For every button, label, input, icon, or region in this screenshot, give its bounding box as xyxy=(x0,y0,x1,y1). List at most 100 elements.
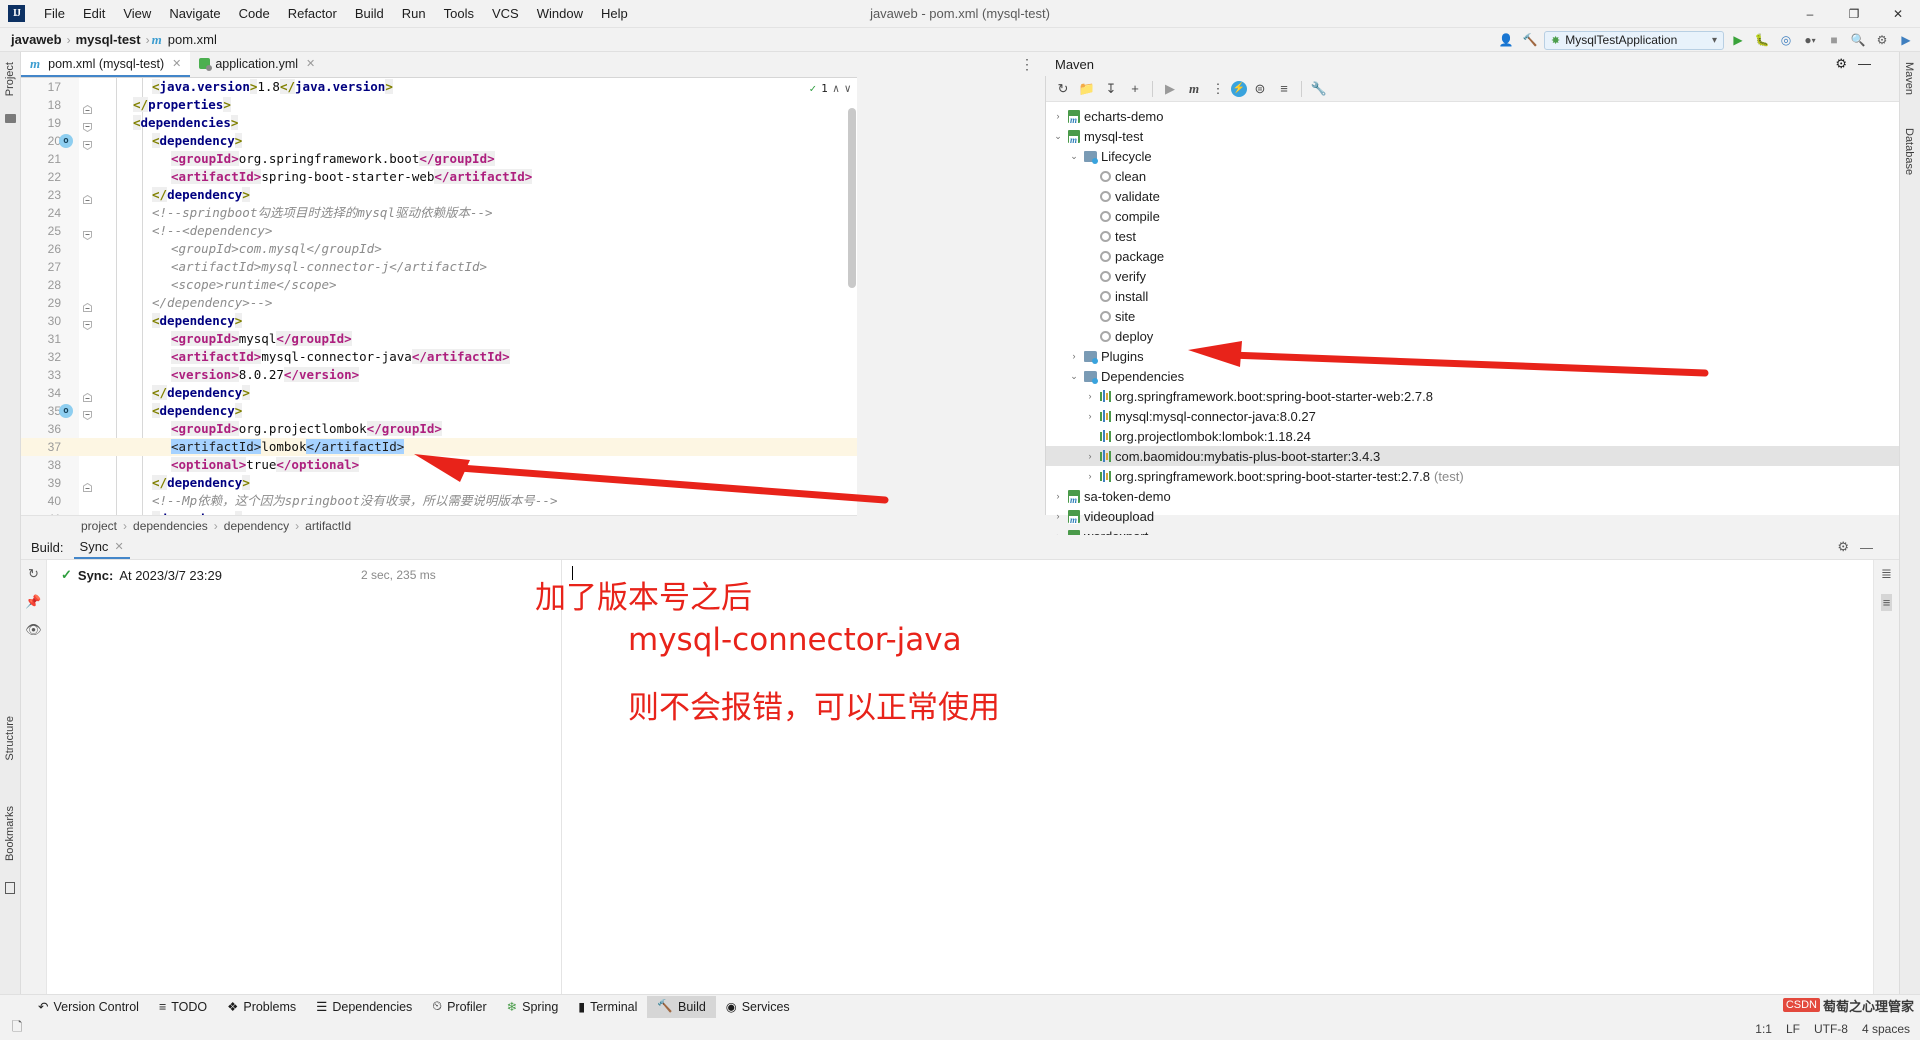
chevron-down-icon[interactable]: ⌄ xyxy=(1068,151,1080,162)
status-item-profiler[interactable]: ⏲ Profiler xyxy=(422,996,496,1018)
fold-minus-up-icon[interactable] xyxy=(83,299,92,308)
code-line[interactable]: 32<artifactId>mysql-connector-java</arti… xyxy=(21,348,857,366)
add-icon[interactable]: + xyxy=(1124,78,1146,100)
gear-icon[interactable]: ⚙ xyxy=(1835,56,1847,72)
pin-icon[interactable]: 📌 xyxy=(25,594,41,610)
menu-navigate[interactable]: Navigate xyxy=(160,3,229,24)
run-gutter-icon[interactable]: o xyxy=(59,134,73,148)
close-icon-2[interactable]: ✕ xyxy=(306,57,315,70)
menu-build[interactable]: Build xyxy=(346,3,393,24)
build-panel-divider[interactable] xyxy=(561,560,562,994)
fold-minus-down-icon[interactable] xyxy=(83,137,92,146)
fold-minus-down-icon[interactable] xyxy=(83,119,92,128)
gear-icon[interactable]: ⚙ xyxy=(1837,539,1849,555)
caret-up-icon[interactable]: ∧ xyxy=(833,82,840,95)
breadcrumb-file[interactable]: pom.xml xyxy=(165,32,220,47)
maven-tree-node[interactable]: ›org.projectlombok:lombok:1.18.24 xyxy=(1046,426,1899,446)
code-line[interactable]: 19<dependencies> xyxy=(21,114,857,132)
build-sync-status-row[interactable]: ✓ Sync: At 2023/3/7 23:29 2 sec, 235 ms xyxy=(61,566,1859,584)
code-line[interactable]: 24<!--springboot勾选项目时选择的mysql驱动依赖版本--> xyxy=(21,204,857,222)
run-icon[interactable]: ▶ xyxy=(1159,78,1181,100)
close-button[interactable]: ✕ xyxy=(1876,0,1920,28)
tool-window-bookmarks[interactable]: Bookmarks xyxy=(2,802,18,865)
collapse-all-icon[interactable]: ≡ xyxy=(1881,594,1893,611)
tool-window-structure[interactable]: Structure xyxy=(2,712,18,765)
caret-down-icon[interactable]: ∨ xyxy=(844,82,851,95)
code-line[interactable]: 39</dependency> xyxy=(21,474,857,492)
minimize-icon[interactable]: — xyxy=(1860,540,1873,555)
maven-tree-node[interactable]: ›deploy xyxy=(1046,326,1899,346)
search-icon[interactable]: 🔍 xyxy=(1848,30,1868,50)
editor-tab-application-yml[interactable]: application.yml ✕ xyxy=(190,52,324,77)
fold-minus-up-icon[interactable] xyxy=(83,389,92,398)
maven-tree-node[interactable]: ›install xyxy=(1046,286,1899,306)
maven-tree-node[interactable]: ›site xyxy=(1046,306,1899,326)
code-line[interactable]: 25<!--<dependency> xyxy=(21,222,857,240)
maven-project-tree[interactable]: ›echarts-demo⌄mysql-test⌄Lifecycle›clean… xyxy=(1046,102,1899,546)
menu-run[interactable]: Run xyxy=(393,3,435,24)
build-tab-sync[interactable]: Sync ✕ xyxy=(74,536,130,559)
fold-minus-down-icon[interactable] xyxy=(83,407,92,416)
status-item-todo[interactable]: ≡ TODO xyxy=(149,996,217,1018)
main-menu[interactable]: File Edit View Navigate Code Refactor Bu… xyxy=(35,3,637,24)
status-item-build[interactable]: 🔨 Build xyxy=(647,996,715,1018)
user-icon[interactable]: 👤 xyxy=(1496,30,1516,50)
code-line[interactable]: 40<!--Mp依赖，这个因为springboot没有收录，所以需要说明版本号-… xyxy=(21,492,857,510)
show-dependencies-icon[interactable]: ⊜ xyxy=(1249,78,1271,100)
chevron-down-icon[interactable]: ⌄ xyxy=(1068,371,1080,382)
editor-breadcrumb-artifactid[interactable]: artifactId xyxy=(305,519,351,533)
hammer-icon[interactable]: 🔨 xyxy=(1520,30,1540,50)
status-item-terminal[interactable]: ▮ Terminal xyxy=(568,996,647,1018)
editor-breadcrumb-project[interactable]: project xyxy=(81,519,117,533)
chevron-right-icon[interactable]: › xyxy=(1084,471,1096,481)
code-line[interactable]: 35o<dependency> xyxy=(21,402,857,420)
menu-edit[interactable]: Edit xyxy=(74,3,114,24)
fold-minus-down-icon[interactable] xyxy=(83,227,92,236)
editor-inspection-widget[interactable]: ✓ 1 ∧ ∨ xyxy=(810,82,852,95)
maven-tree-node[interactable]: ›mysql:mysql-connector-java:8.0.27 xyxy=(1046,406,1899,426)
maven-tree-node[interactable]: ›verify xyxy=(1046,266,1899,286)
execute-goal-icon[interactable]: m xyxy=(1183,78,1205,100)
chevron-down-icon[interactable]: ⌄ xyxy=(1052,131,1064,142)
indent-setting[interactable]: 4 spaces xyxy=(1862,1022,1910,1036)
editor-scrollbar[interactable] xyxy=(848,108,856,288)
download-sources-icon[interactable]: ↧ xyxy=(1100,78,1122,100)
menu-refactor[interactable]: Refactor xyxy=(279,3,346,24)
code-line[interactable]: 27<artifactId>mysql-connector-j</artifac… xyxy=(21,258,857,276)
breadcrumb-project[interactable]: javaweb xyxy=(8,32,65,47)
menu-view[interactable]: View xyxy=(114,3,160,24)
maven-tree-node[interactable]: ›package xyxy=(1046,246,1899,266)
profile-icon[interactable]: ●▾ xyxy=(1800,30,1820,50)
menu-tools[interactable]: Tools xyxy=(435,3,483,24)
code-line[interactable]: 34</dependency> xyxy=(21,384,857,402)
chevron-right-icon[interactable]: › xyxy=(1052,111,1064,121)
chevron-right-icon[interactable]: › xyxy=(1052,511,1064,521)
skip-tests-icon[interactable]: ⋮ xyxy=(1207,78,1229,100)
reload-icon[interactable]: ↻ xyxy=(1052,78,1074,100)
minimize-button[interactable]: – xyxy=(1788,0,1832,28)
code-line[interactable]: 30<dependency> xyxy=(21,312,857,330)
debug-icon[interactable]: 🐛 xyxy=(1752,30,1772,50)
close-icon[interactable]: ✕ xyxy=(114,540,123,553)
chevron-right-icon[interactable]: › xyxy=(1084,451,1096,461)
fold-minus-down-icon[interactable] xyxy=(83,317,92,326)
menu-code[interactable]: Code xyxy=(230,3,279,24)
code-line[interactable]: 31<groupId>mysql</groupId> xyxy=(21,330,857,348)
editor-breadcrumb-dependency[interactable]: dependency xyxy=(224,519,289,533)
maven-tree-node[interactable]: ⌄Dependencies xyxy=(1046,366,1899,386)
eye-icon[interactable]: 👁 xyxy=(25,622,42,638)
maven-tree-node[interactable]: ›sa-token-demo xyxy=(1046,486,1899,506)
copy-icon[interactable]: 🗋 xyxy=(12,1018,22,1040)
status-item-spring[interactable]: ❄ Spring xyxy=(497,996,569,1018)
toggle-offline-icon[interactable]: ⚡ xyxy=(1231,81,1247,97)
settings-icon[interactable]: 🔧 xyxy=(1308,78,1330,100)
code-line[interactable]: 38<optional>true</optional> xyxy=(21,456,857,474)
breadcrumb-module[interactable]: mysql-test xyxy=(73,32,144,47)
menu-window[interactable]: Window xyxy=(528,3,592,24)
status-item-services[interactable]: ◉ Services xyxy=(716,996,800,1018)
rerun-icon[interactable]: ↻ xyxy=(28,566,39,582)
maven-tree-node[interactable]: ›videoupload xyxy=(1046,506,1899,526)
settings-icon[interactable]: ⚙ xyxy=(1872,30,1892,50)
code-line[interactable]: 26<groupId>com.mysql</groupId> xyxy=(21,240,857,258)
tool-window-database[interactable]: Database xyxy=(1901,124,1917,179)
